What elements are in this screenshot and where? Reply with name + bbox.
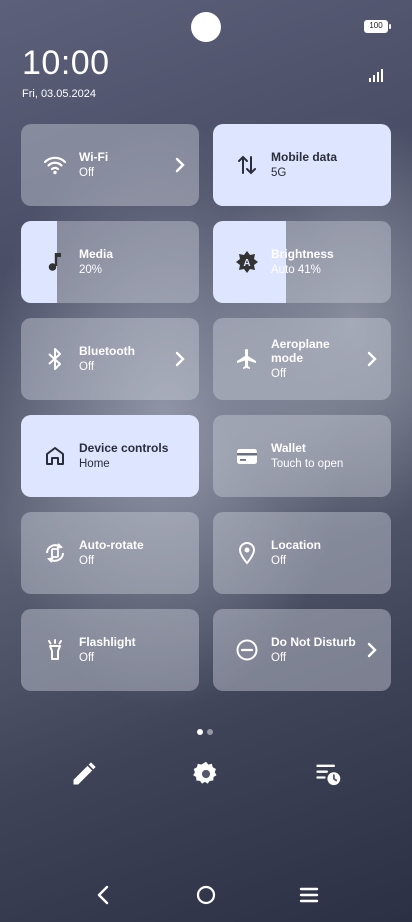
do-not-disturb-icon: [236, 639, 258, 661]
tile-title: Media: [79, 246, 114, 261]
battery-indicator: 100: [364, 20, 391, 33]
mobile-data-icon: [238, 155, 256, 175]
chevron-right-icon[interactable]: [171, 349, 189, 369]
tile-status: Home: [79, 457, 110, 470]
tile-bluetooth[interactable]: Bluetooth Off: [21, 318, 199, 400]
wallet-icon: [237, 449, 257, 464]
tile-wifi[interactable]: Wi-Fi Off: [21, 124, 199, 206]
tile-title-line-2: mode: [271, 350, 304, 365]
home-icon: [46, 447, 64, 465]
tile-wallet[interactable]: Wallet Touch to open: [213, 415, 391, 497]
tile-brightness-slider[interactable]: A Brightness Auto 41%: [213, 221, 391, 303]
date: Fri, 03.05.2024: [22, 88, 96, 100]
tile-title: Do Not Disturb: [271, 634, 356, 649]
tile-status: Off: [79, 554, 95, 567]
signal-strength-icon: [369, 69, 383, 82]
page-dot: [207, 729, 213, 735]
tile-do-not-disturb[interactable]: Do Not Disturb Off: [213, 609, 391, 691]
tile-device-controls[interactable]: Device controls Home: [21, 415, 199, 497]
tile-title: Device controls: [79, 440, 169, 455]
menu-icon[interactable]: [294, 880, 324, 910]
tile-location[interactable]: Location Off: [213, 512, 391, 594]
tile-title: Location: [271, 537, 321, 552]
tile-status: Off: [79, 360, 95, 373]
tile-status: Auto 41%: [271, 263, 321, 276]
tile-title: Brightness: [271, 246, 334, 261]
tile-title: Bluetooth: [79, 343, 135, 358]
page-indicator: [197, 722, 217, 740]
back-icon[interactable]: [88, 880, 118, 910]
airplane-icon: [237, 349, 256, 369]
brightness-auto-icon: A: [236, 251, 258, 273]
clock: 10:00: [22, 44, 110, 82]
history-clock-icon[interactable]: [314, 760, 342, 788]
wifi-icon: [43, 156, 67, 175]
bluetooth-icon: [48, 348, 61, 370]
chevron-right-icon[interactable]: [363, 640, 381, 660]
tile-title: Auto-rotate: [79, 537, 144, 552]
camera-cutout: [191, 12, 221, 42]
tile-auto-rotate[interactable]: Auto-rotate Off: [21, 512, 199, 594]
tile-title: Wi-Fi: [79, 149, 109, 164]
edit-icon[interactable]: [70, 760, 98, 788]
settings-gear-icon[interactable]: [192, 760, 220, 788]
flashlight-icon: [48, 639, 62, 660]
tile-title-line-1: Aeroplane: [271, 336, 330, 351]
tile-status: Off: [271, 554, 287, 567]
home-circle-icon[interactable]: [191, 880, 221, 910]
tile-status: Off: [79, 166, 95, 179]
tile-status: Touch to open: [271, 457, 344, 470]
tile-flashlight[interactable]: Flashlight Off: [21, 609, 199, 691]
tile-title: Wallet: [271, 440, 306, 455]
page-dot-active: [197, 729, 203, 735]
tile-media-volume-slider[interactable]: Media 20%: [21, 221, 199, 303]
tile-title: Mobile data: [271, 149, 338, 164]
tile-aeroplane-mode[interactable]: Aeroplane mode Off: [213, 318, 391, 400]
chevron-right-icon[interactable]: [363, 349, 381, 369]
music-note-icon: [48, 253, 61, 271]
location-pin-icon: [238, 542, 256, 565]
tile-mobile-data[interactable]: Mobile data 5G: [213, 124, 391, 206]
tile-title: Flashlight: [79, 634, 136, 649]
tile-status: 20%: [79, 263, 103, 276]
tile-status: Off: [79, 651, 95, 664]
tile-status: 5G: [271, 166, 287, 179]
tile-status: Off: [271, 367, 287, 380]
auto-rotate-icon: [46, 543, 64, 563]
svg-text:A: A: [243, 258, 250, 269]
tile-status: Off: [271, 651, 287, 664]
chevron-right-icon[interactable]: [171, 155, 189, 175]
